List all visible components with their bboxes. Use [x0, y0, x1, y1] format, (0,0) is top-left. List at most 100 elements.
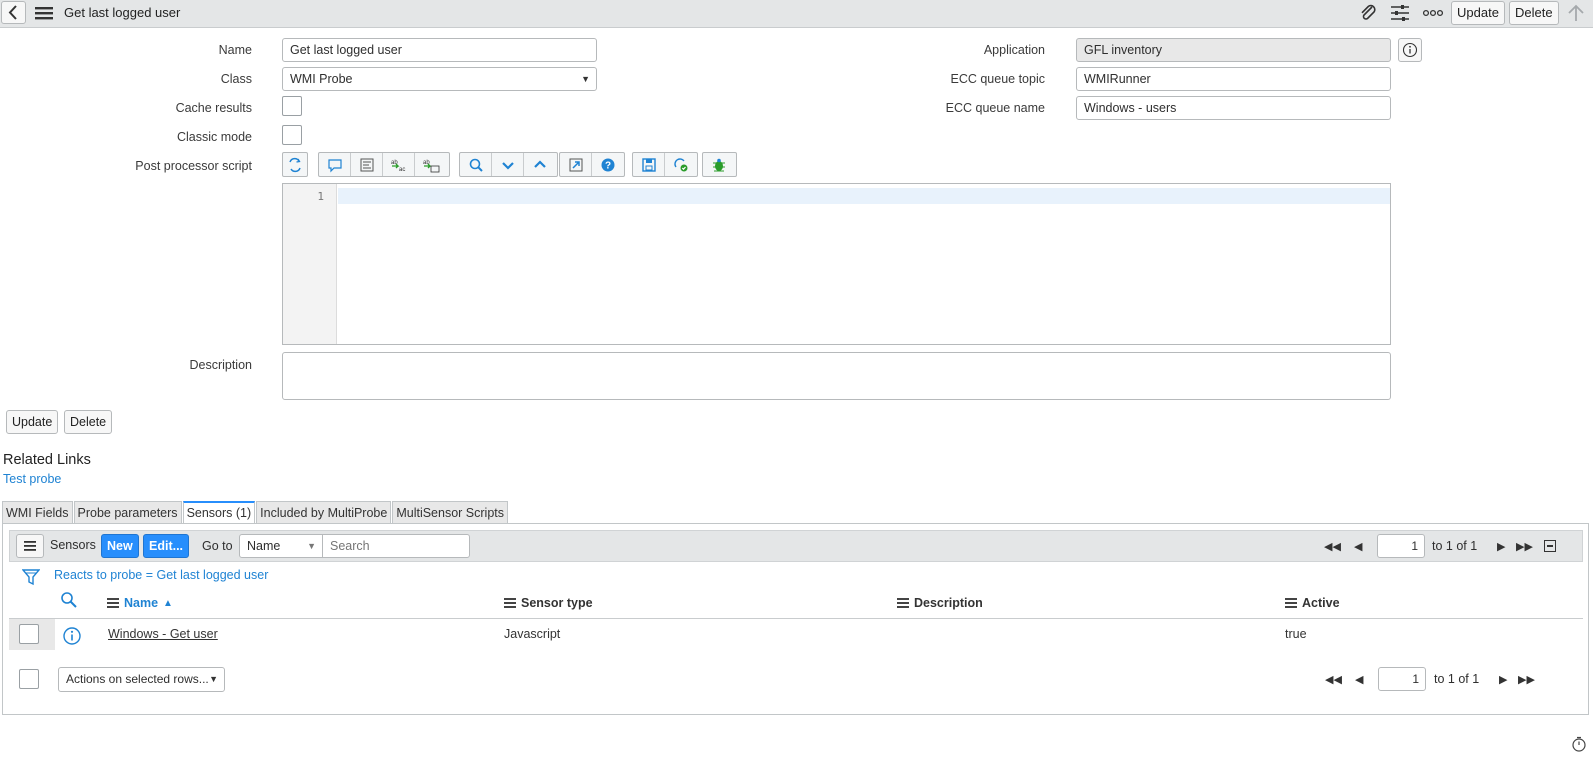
menu-icon — [24, 541, 36, 551]
header-divider — [9, 618, 1583, 619]
tab-sensors[interactable]: Sensors (1) — [182, 501, 256, 524]
tab-multisensor-scripts[interactable]: MultiSensor Scripts — [392, 501, 509, 524]
footer-next-page-icon[interactable]: ▶ — [1499, 673, 1507, 686]
fullscreen-icon[interactable] — [560, 153, 592, 176]
sensors-list-panel: Sensors New Edit... Go to Name ▼ ◀◀ ◀ 1 … — [2, 523, 1589, 715]
footer-previous-page-icon[interactable]: ◀ — [1355, 673, 1363, 686]
footer-last-page-icon[interactable]: ▶▶ — [1518, 673, 1535, 686]
list-header: Sensors New Edit... Go to Name ▼ ◀◀ ◀ 1 … — [9, 530, 1583, 562]
footer-page-input[interactable]: 1 — [1378, 667, 1426, 691]
go-to-field-select[interactable]: Name ▼ — [239, 534, 323, 558]
description-field[interactable] — [282, 352, 1391, 400]
editor-debug-group — [702, 152, 737, 177]
tab-probe-parameters[interactable]: Probe parameters — [73, 501, 182, 524]
ecc-queue-name-field[interactable]: Windows - users — [1076, 96, 1391, 120]
arrow-up-icon[interactable] — [1565, 3, 1587, 23]
actions-select[interactable]: Actions on selected rows... ▼ — [58, 667, 225, 692]
next-page-icon[interactable]: ▶ — [1497, 540, 1505, 553]
list-menu-button[interactable] — [16, 534, 44, 558]
ecc-queue-name-label: ECC queue name — [945, 101, 1045, 115]
paperclip-icon[interactable] — [1357, 3, 1379, 23]
collapse-icon[interactable] — [1544, 540, 1556, 552]
replace-icon[interactable]: ab ac — [383, 153, 415, 176]
sort-ascending-icon: ▲ — [163, 597, 173, 609]
check-syntax-icon[interactable] — [665, 153, 697, 176]
search-columns-icon[interactable] — [60, 591, 78, 612]
column-description-label: Description — [914, 596, 983, 610]
form-header: Get last logged user Update Delete — [0, 0, 1593, 28]
column-header-active[interactable]: Active — [1285, 596, 1340, 610]
test-probe-link[interactable]: Test probe — [3, 472, 61, 486]
tab-included-by-multiprobe[interactable]: Included by MultiProbe — [256, 501, 392, 524]
update-button[interactable]: Update — [6, 410, 59, 434]
go-to-label: Go to — [202, 539, 233, 553]
name-label: Name — [218, 43, 252, 57]
search-input[interactable] — [322, 534, 470, 558]
save-icon[interactable] — [633, 153, 665, 176]
edit-button[interactable]: Edit... — [143, 534, 190, 558]
post-processor-script-label: Post processor script — [135, 159, 252, 173]
cache-results-checkbox[interactable] — [282, 96, 302, 116]
row-active: true — [1285, 627, 1307, 641]
classic-mode-checkbox[interactable] — [282, 125, 302, 145]
application-info-button[interactable] — [1398, 38, 1422, 62]
dropdown-arrow-icon: ▼ — [581, 74, 590, 84]
find-next-icon[interactable] — [492, 153, 524, 176]
previous-page-icon[interactable]: ◀ — [1354, 540, 1362, 553]
column-menu-icon[interactable] — [1285, 598, 1297, 608]
line-number: 1 — [317, 190, 324, 203]
search-icon[interactable] — [460, 153, 492, 176]
related-links-title: Related Links — [3, 452, 91, 468]
column-menu-icon[interactable] — [897, 598, 909, 608]
filter-breadcrumb[interactable]: Reacts to probe = Get last logged user — [54, 568, 268, 582]
last-page-icon[interactable]: ▶▶ — [1516, 540, 1533, 553]
column-header-description[interactable]: Description — [897, 596, 983, 610]
delete-button[interactable]: Delete — [64, 410, 113, 434]
settings-sliders-icon[interactable] — [1389, 3, 1411, 23]
header-update-button[interactable]: Update — [1451, 1, 1505, 25]
new-button[interactable]: New — [101, 534, 139, 558]
filter-icon[interactable] — [21, 567, 41, 590]
page-title: Get last logged user — [64, 5, 181, 20]
go-to-field-value: Name — [247, 539, 281, 553]
header-delete-button[interactable]: Delete — [1509, 1, 1559, 25]
script-mode-toggle-icon[interactable] — [283, 153, 307, 176]
replace-all-icon[interactable]: ab — [415, 153, 447, 176]
find-previous-icon[interactable] — [524, 153, 556, 176]
page-input[interactable]: 1 — [1377, 534, 1425, 558]
menu-icon[interactable] — [35, 5, 53, 21]
column-menu-icon[interactable] — [107, 598, 119, 608]
ecc-queue-topic-field[interactable]: WMIRunner — [1076, 67, 1391, 91]
script-toggle-group — [282, 152, 308, 177]
first-page-icon[interactable]: ◀◀ — [1324, 540, 1341, 553]
name-field[interactable]: Get last logged user — [282, 38, 597, 62]
tab-wmi-fields[interactable]: WMI Fields — [2, 501, 73, 524]
editor-gutter: 1 — [283, 184, 337, 344]
row-name-link[interactable]: Windows - Get user — [108, 627, 218, 641]
row-checkbox[interactable] — [19, 624, 39, 644]
footer-page-total: to 1 of 1 — [1434, 672, 1480, 686]
debug-bug-icon[interactable] — [703, 153, 735, 176]
chevron-left-icon — [8, 5, 17, 20]
column-header-name[interactable]: Name ▲ — [107, 596, 173, 610]
page-total: to 1 of 1 — [1432, 539, 1478, 553]
column-sensor-type-label: Sensor type — [521, 596, 593, 610]
column-header-sensor-type[interactable]: Sensor type — [504, 596, 593, 610]
select-all-checkbox[interactable] — [19, 669, 39, 689]
more-options-icon[interactable] — [1422, 3, 1444, 23]
row-info-icon[interactable] — [62, 626, 82, 649]
ecc-queue-topic-label: ECC queue topic — [950, 72, 1045, 86]
help-icon[interactable]: ? — [592, 153, 624, 176]
format-code-icon[interactable] — [351, 153, 383, 176]
classic-mode-label: Classic mode — [176, 130, 252, 144]
active-line — [338, 188, 1390, 204]
script-editor[interactable]: 1 — [282, 183, 1391, 345]
class-select[interactable]: WMI Probe ▼ — [282, 67, 597, 91]
svg-text:ac: ac — [399, 167, 405, 173]
stopwatch-icon[interactable] — [1570, 735, 1588, 756]
editor-save-group — [632, 152, 698, 177]
comment-icon[interactable] — [319, 153, 351, 176]
column-menu-icon[interactable] — [504, 598, 516, 608]
footer-first-page-icon[interactable]: ◀◀ — [1325, 673, 1342, 686]
back-button[interactable] — [1, 1, 26, 24]
